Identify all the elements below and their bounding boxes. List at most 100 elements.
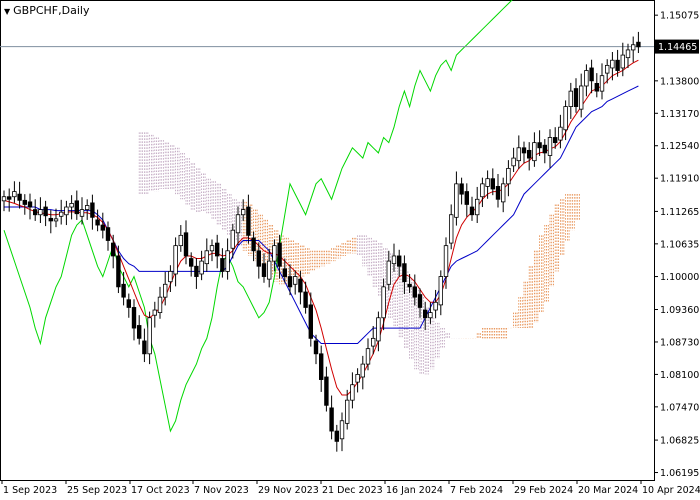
candle-body <box>152 309 157 316</box>
candle-body <box>188 258 194 267</box>
candle-body <box>438 276 443 306</box>
candle-body <box>573 88 579 107</box>
candle-body <box>350 384 355 401</box>
candle-body <box>391 255 397 265</box>
candle-body <box>12 191 17 198</box>
price-chart[interactable]: 1.15075 1.13800 1.13170 1.12540 1.11910 1.112… <box>0 0 700 500</box>
candle-body <box>370 337 376 347</box>
candle-body <box>459 183 464 195</box>
candle-body <box>334 430 339 442</box>
candle-body <box>111 242 116 257</box>
candle-body <box>48 217 53 222</box>
candle-body <box>615 59 620 71</box>
candle-body <box>17 193 22 201</box>
candle-body <box>214 242 220 257</box>
candle-body <box>521 147 527 154</box>
candle-body <box>235 214 241 234</box>
candle-body <box>407 283 412 288</box>
candle-body <box>558 126 563 141</box>
candle-body <box>131 307 137 329</box>
y-tick-label: 1.06825 <box>660 436 699 447</box>
y-tick-label: 1.10000 <box>660 272 699 283</box>
candle-body <box>599 75 605 92</box>
y-tick-label: 1.08730 <box>660 337 699 348</box>
candle-body <box>474 198 480 216</box>
candle-body <box>490 178 495 190</box>
candle-body <box>105 227 111 241</box>
candle-body <box>90 202 95 218</box>
candle-body <box>553 137 558 144</box>
candle-body <box>43 206 48 217</box>
candle-body <box>199 260 204 275</box>
candle-body <box>168 271 173 283</box>
x-tick-label: 25 Sep 2023 <box>67 485 127 496</box>
candle-body <box>256 250 261 267</box>
candle-body <box>329 407 334 432</box>
candle-body <box>584 70 589 87</box>
candle-body <box>38 209 43 216</box>
y-tick-label: 1.09360 <box>660 305 699 316</box>
candle-body <box>355 374 360 383</box>
candle-body <box>589 67 594 82</box>
candle-body <box>261 263 267 277</box>
candle-body <box>194 265 199 277</box>
candle-body <box>7 196 12 200</box>
candle-body <box>376 317 381 342</box>
candle-body <box>636 41 641 48</box>
candle-body <box>516 147 521 162</box>
x-tick-label: 1 Sep 2023 <box>3 485 57 496</box>
candle-body <box>448 214 454 244</box>
candle-body <box>225 250 230 272</box>
candle-body <box>1 196 7 202</box>
candle-body <box>412 286 417 298</box>
candle-body <box>511 157 516 167</box>
x-tick-label: 20 Mar 2024 <box>578 485 638 496</box>
candle-body <box>506 167 511 185</box>
candle-body <box>594 83 599 92</box>
y-tick-label: 1.11265 <box>660 207 699 218</box>
candle-body <box>605 64 610 74</box>
candle-body <box>443 245 449 277</box>
y-tick-label: 1.11910 <box>660 174 699 185</box>
candle-body <box>142 340 147 355</box>
candle-body <box>568 90 573 107</box>
candle-body <box>313 340 319 355</box>
candle-body <box>240 209 246 216</box>
y-tick-label: 1.08100 <box>660 370 699 381</box>
candle-body <box>480 183 485 198</box>
candle-body <box>53 218 59 222</box>
candle-body <box>116 255 121 288</box>
candle-body <box>464 191 469 205</box>
candle-body <box>547 137 553 156</box>
candle-body <box>85 205 90 210</box>
candle-body <box>74 200 79 215</box>
candle-body <box>178 234 183 247</box>
candle-body <box>246 206 251 236</box>
candle-body <box>625 49 631 59</box>
candle-body <box>121 283 126 298</box>
candle-body <box>157 296 163 314</box>
candle-body <box>532 142 537 162</box>
candle-body <box>579 85 584 110</box>
candle-body <box>454 183 459 218</box>
candle-body <box>537 142 542 149</box>
candle-body <box>360 363 365 378</box>
candle-body <box>230 229 235 249</box>
candle-body <box>126 299 131 308</box>
y-tick-label: 1.13170 <box>660 109 699 120</box>
candle-body <box>69 203 74 208</box>
candle-body <box>386 260 391 285</box>
candle-body <box>183 232 189 257</box>
candle-body <box>428 312 433 319</box>
candle-body <box>204 250 209 265</box>
candle-body <box>79 209 85 217</box>
candle-body <box>500 183 506 203</box>
tenkan-line <box>3 59 639 396</box>
y-tick-label: 1.13800 <box>660 76 699 87</box>
candle-body <box>33 209 38 216</box>
candle-body <box>542 144 547 154</box>
candle-body <box>27 201 33 208</box>
candle-body <box>59 211 64 217</box>
candle-body <box>485 178 490 187</box>
y-tick-label: 1.10635 <box>660 239 699 250</box>
